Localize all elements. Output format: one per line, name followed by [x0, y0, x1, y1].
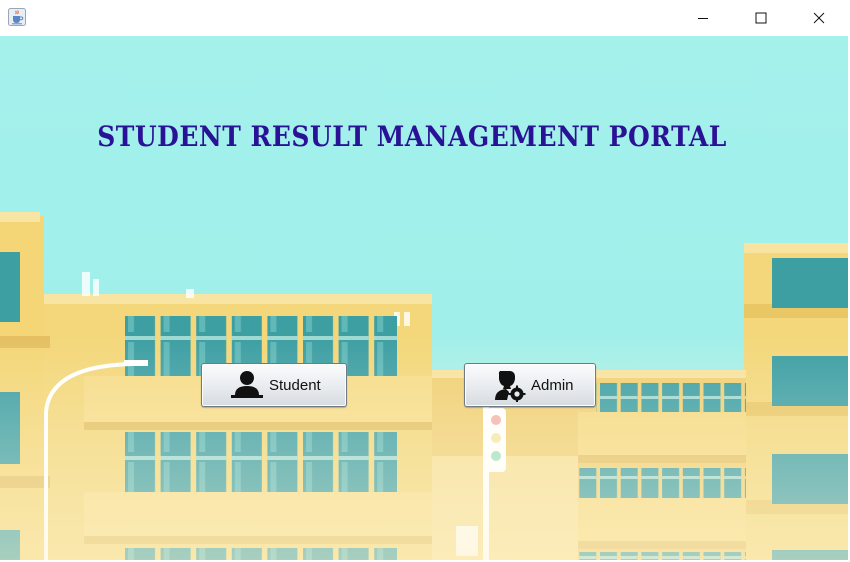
- portal-title: STUDENT RESULT MANAGEMENT PORTAL: [97, 120, 727, 153]
- java-cup-icon[interactable]: [8, 8, 26, 26]
- close-icon: [813, 12, 825, 24]
- maximize-icon: [755, 12, 767, 24]
- student-button-label: Student: [269, 376, 321, 394]
- campus-background-illustration: [0, 212, 848, 560]
- admin-button[interactable]: Admin: [464, 363, 596, 407]
- admin-button-label: Admin: [531, 376, 574, 394]
- student-button[interactable]: Student: [201, 363, 347, 407]
- window-title-bar: [0, 0, 850, 36]
- close-button[interactable]: [790, 0, 848, 36]
- user-icon: [231, 371, 263, 398]
- admin-gear-icon: [495, 371, 526, 402]
- maximize-button[interactable]: [732, 0, 790, 36]
- minimize-icon: [698, 18, 708, 19]
- portal-content: STUDENT RESULT MANAGEMENT PORTAL Student…: [0, 36, 848, 560]
- minimize-button[interactable]: [674, 0, 732, 36]
